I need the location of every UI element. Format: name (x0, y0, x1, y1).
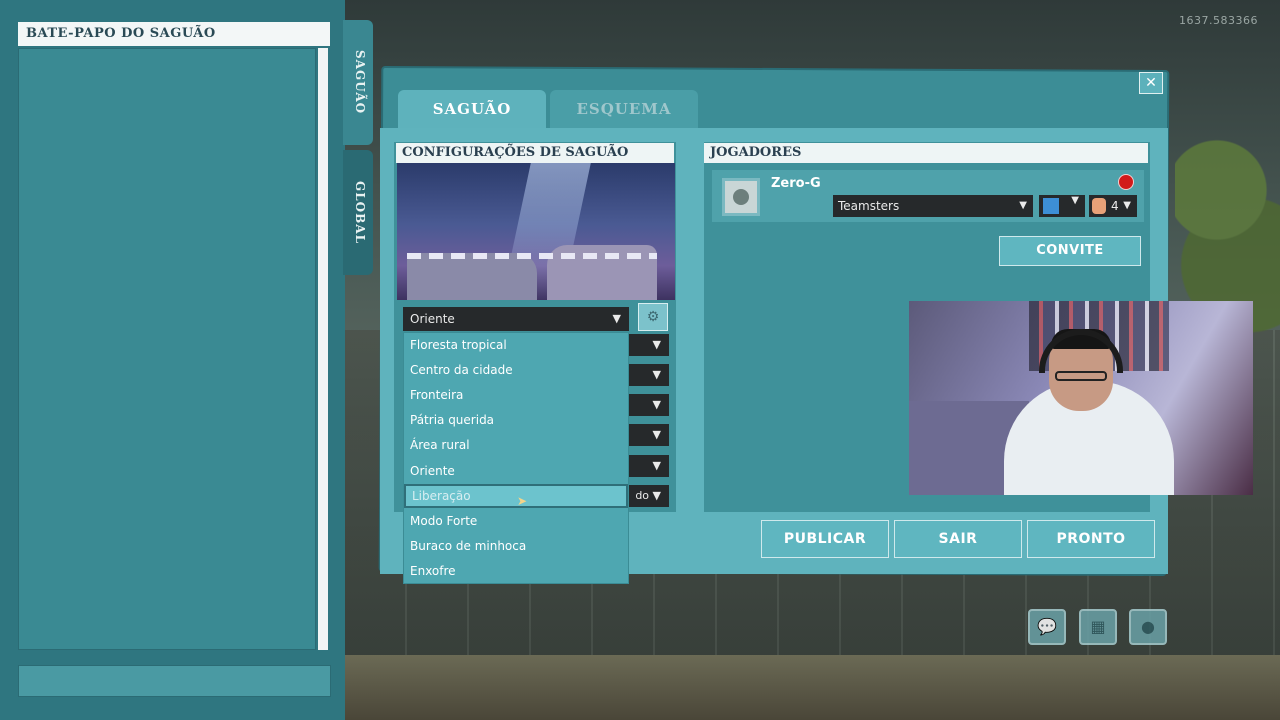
setting-dropdown-4[interactable]: ▼ (629, 424, 669, 446)
webcam-overlay (909, 301, 1253, 495)
map-terrain-left (407, 253, 537, 300)
ready-button[interactable]: PRONTO (1027, 520, 1155, 558)
setting-dropdown-5[interactable]: ▼ (629, 455, 669, 477)
chevron-down-icon: ▼ (1123, 200, 1131, 211)
chat-title: BATE-PAPO DO SAGUÃO (18, 22, 330, 46)
theme-option[interactable]: Fronteira (404, 383, 628, 407)
worm-count-value: 4 (1111, 199, 1119, 213)
team-select[interactable]: Teamsters ▼ (833, 195, 1033, 217)
setting-dropdown-2[interactable]: ▼ (629, 364, 669, 386)
leaderboard-icon[interactable]: ▦ (1079, 609, 1117, 645)
ready-status-indicator (1118, 174, 1134, 190)
setting-dropdown-1[interactable]: ▼ (629, 334, 669, 356)
chevron-down-icon: ▼ (1019, 200, 1027, 211)
chat-bubble-icon[interactable]: 💬 (1028, 609, 1066, 645)
chat-messages-area[interactable] (18, 48, 316, 650)
worm-count-select[interactable]: 4 ▼ (1089, 195, 1137, 217)
worm-icon (1092, 198, 1106, 214)
theme-option[interactable]: Buraco de minhoca (404, 534, 628, 558)
theme-dropdown-list: Floresta tropical Centro da cidade Front… (403, 332, 629, 584)
player-name: Zero-G (771, 176, 821, 191)
side-tab-saguao[interactable]: SAGUÃO (343, 20, 373, 145)
map-settings-icon: ⚙ (646, 309, 660, 325)
glasses-icon (1055, 371, 1107, 381)
chevron-down-icon: ▼ (652, 489, 661, 502)
side-tab-global[interactable]: GLOBAL (343, 150, 373, 275)
theme-option[interactable]: Enxofre (404, 559, 628, 583)
setting-dropdown-3[interactable]: ▼ (629, 394, 669, 416)
close-icon: ✕ (1145, 75, 1157, 91)
chat-scrollbar[interactable] (318, 48, 328, 650)
setting-dropdown-6-value: do (635, 489, 650, 502)
tab-esquema[interactable]: ESQUEMA (550, 90, 698, 128)
exit-button[interactable]: SAIR (894, 520, 1022, 558)
theme-dropdown[interactable]: Oriente ▼ (403, 307, 629, 331)
publish-button[interactable]: PUBLICAR (761, 520, 889, 558)
map-generator-button[interactable]: ⚙ (638, 303, 668, 331)
theme-option[interactable]: Modo Forte (404, 509, 628, 533)
chevron-down-icon: ▼ (652, 459, 661, 472)
players-title: JOGADORES (704, 143, 1148, 163)
chevron-down-icon: ▼ (652, 428, 661, 441)
chevron-down-icon: ▼ (652, 368, 661, 381)
close-button[interactable]: ✕ (1139, 72, 1163, 94)
chevron-down-icon: ▼ (652, 398, 661, 411)
player-avatar[interactable] (722, 178, 760, 216)
setting-dropdown-6[interactable]: do ▼ (629, 485, 669, 507)
ground-background (345, 655, 1280, 720)
team-color-select[interactable]: ▼ (1039, 195, 1085, 217)
theme-option[interactable]: Centro da cidade (404, 358, 628, 382)
chevron-down-icon: ▼ (652, 338, 661, 351)
profile-icon[interactable]: ● (1129, 609, 1167, 645)
map-terrain-snow (407, 253, 657, 259)
theme-option[interactable]: Oriente (404, 459, 628, 483)
team-select-value: Teamsters (838, 199, 900, 213)
mouse-cursor-icon: ➤ (517, 494, 528, 508)
theme-option[interactable]: Área rural (404, 433, 628, 457)
tab-saguao[interactable]: SAGUÃO (398, 90, 546, 128)
invite-button[interactable]: CONVITE (999, 236, 1141, 266)
lobby-settings-title: CONFIGURAÇÕES DE SAGUÃO (396, 143, 674, 163)
version-number: 1637.583366 (1179, 14, 1258, 27)
chat-input[interactable] (18, 665, 331, 697)
chevron-down-icon: ▼ (612, 312, 621, 325)
theme-option[interactable]: Pátria querida (404, 408, 628, 432)
theme-option[interactable]: Floresta tropical (404, 333, 628, 357)
map-preview[interactable] (397, 163, 675, 300)
chevron-down-icon: ▼ (1071, 195, 1079, 206)
theme-dropdown-value: Oriente (410, 312, 455, 326)
theme-option-highlighted[interactable]: Liberação (404, 484, 628, 508)
team-color-swatch (1043, 198, 1059, 214)
